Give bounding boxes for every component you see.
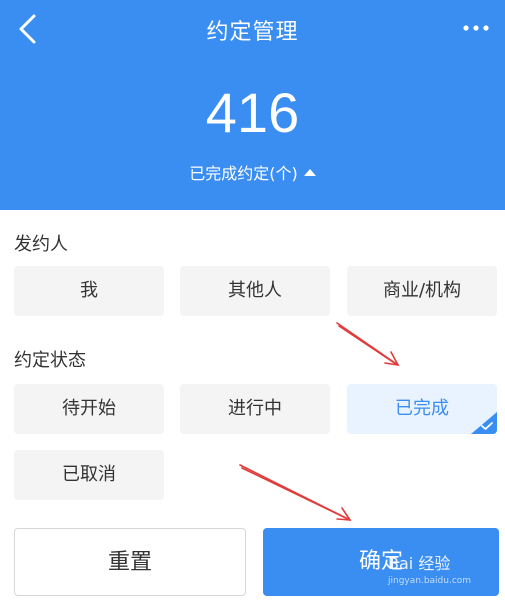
count-label-toggle[interactable]: 已完成约定(个) <box>0 160 505 184</box>
page-title: 约定管理 <box>206 20 299 45</box>
reset-button[interactable]: 重置 <box>14 528 246 596</box>
count-label: 已完成约定(个) <box>189 164 298 183</box>
status-option-completed-label: 已完成 <box>395 398 449 419</box>
status-option-completed[interactable]: 已完成 <box>347 384 497 434</box>
caret-up-icon <box>303 169 316 176</box>
checkmark-icon <box>481 422 493 430</box>
more-icon[interactable] <box>461 20 491 36</box>
header: 约定管理 416 已完成约定(个) <box>0 0 505 210</box>
status-section-label: 约定状态 <box>14 350 86 371</box>
completed-count: 416 <box>205 81 300 144</box>
watermark-url: jingyan.baidu.com <box>388 576 472 586</box>
status-option-pending[interactable]: 待开始 <box>14 384 164 434</box>
initiator-option-others[interactable]: 其他人 <box>180 266 330 316</box>
initiator-option-business[interactable]: 商业/机构 <box>347 266 497 316</box>
status-option-in-progress[interactable]: 进行中 <box>180 384 330 434</box>
watermark-text: Bai 经验 <box>388 554 451 573</box>
initiator-option-me[interactable]: 我 <box>14 266 164 316</box>
status-option-cancelled[interactable]: 已取消 <box>14 450 164 500</box>
initiator-section-label: 发约人 <box>14 234 68 255</box>
watermark: Bai 经验 jingyan.baidu.com <box>388 550 471 586</box>
